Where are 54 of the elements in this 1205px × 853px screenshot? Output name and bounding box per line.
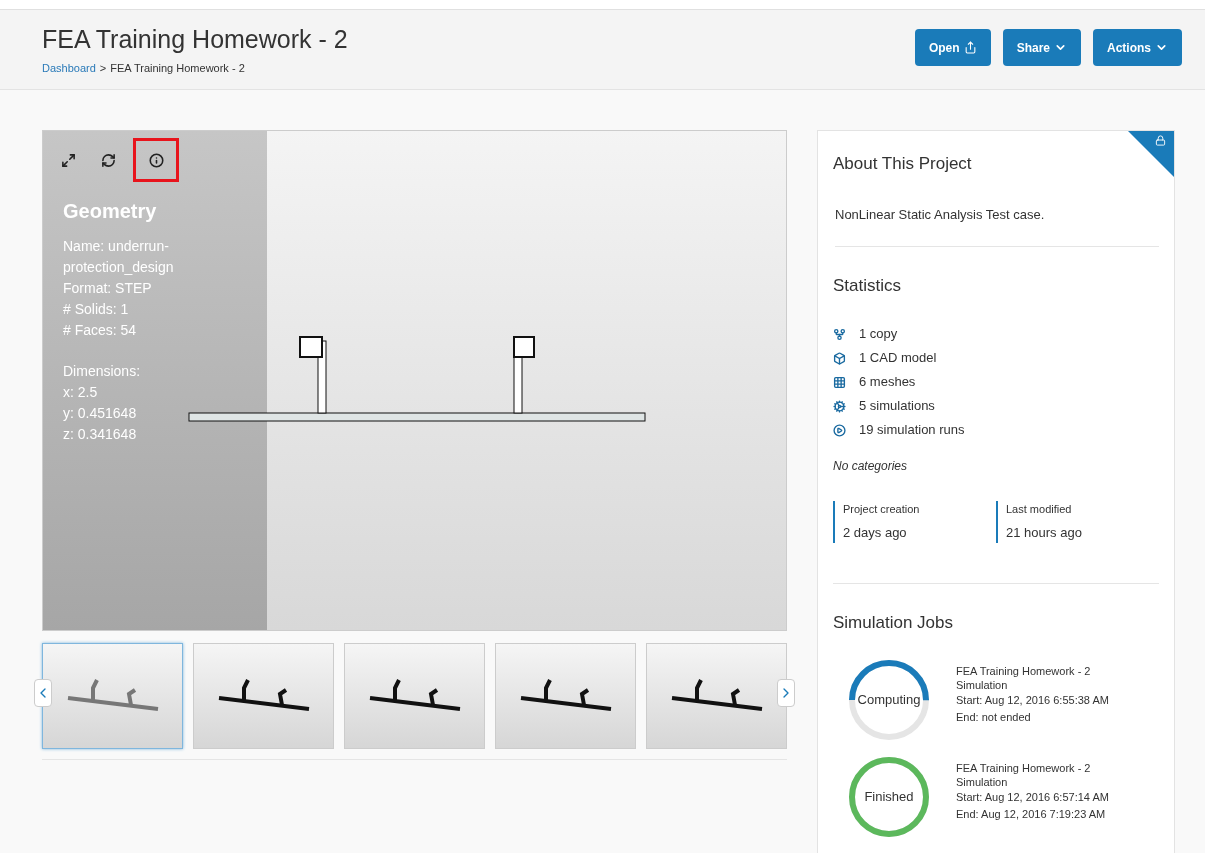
job-end: End: not ended	[956, 710, 1032, 725]
refresh-icon	[100, 152, 116, 168]
info-line: # Solids: 1	[63, 300, 130, 319]
categories-text: No categories	[833, 457, 909, 475]
job-name: FEA Training Homework - 2 Simulation	[956, 761, 1092, 789]
info-icon	[148, 152, 164, 168]
header-button[interactable]: Open	[914, 29, 991, 66]
thumbnail[interactable]	[193, 643, 334, 749]
date-value: 21 hours ago	[1006, 524, 1083, 542]
grid-icon	[833, 375, 846, 389]
info-line: Name: underrun-protection_design	[63, 237, 175, 277]
info-title: Geometry	[63, 199, 158, 224]
breadcrumb-current: FEA Training Homework - 2	[110, 61, 245, 76]
share-arrow-icon	[963, 41, 977, 54]
thumbnail[interactable]	[646, 643, 787, 749]
page-title: FEA Training Homework - 2	[42, 24, 348, 54]
play-icon	[833, 423, 846, 437]
breadcrumb-separator: >	[99, 61, 107, 76]
thumbnail[interactable]	[344, 643, 485, 749]
stat-text: 5 simulations	[859, 397, 935, 416]
info-line: # Faces: 54	[63, 321, 138, 340]
date-label: Project creation	[843, 501, 921, 517]
cube-icon	[833, 351, 846, 365]
stat-text: 6 meshes	[859, 373, 916, 392]
info-button[interactable]	[133, 138, 179, 182]
lock-icon	[1155, 135, 1166, 146]
status-label: Finished	[864, 788, 914, 807]
section-title: Simulation Jobs	[833, 611, 954, 634]
header-button[interactable]: Actions	[1093, 29, 1182, 66]
info-line: Format: STEP	[63, 279, 153, 298]
stat-text: 1 copy	[859, 325, 898, 344]
info-line: y: 0.451648	[63, 404, 138, 423]
section-title: About This Project	[833, 153, 973, 175]
header-button[interactable]: Share	[1002, 29, 1081, 66]
job-end: End: Aug 12, 2016 7:19:23 AM	[956, 807, 1107, 822]
project-description: NonLinear Static Analysis Test case.	[835, 204, 1159, 247]
status-label: Computing	[857, 691, 921, 710]
date-value: 2 days ago	[843, 524, 908, 542]
thumbnail[interactable]	[495, 643, 636, 749]
section-title: Statistics	[833, 275, 903, 297]
gear-icon	[833, 399, 846, 413]
breadcrumb-link[interactable]: Dashboard	[42, 60, 96, 77]
stat-text: 19 simulation runs	[859, 421, 965, 440]
date-label: Last modified	[1006, 501, 1073, 517]
info-line: x: 2.5	[63, 383, 99, 402]
job-name: FEA Training Homework - 2 Simulation	[956, 664, 1092, 692]
thumbnail[interactable]	[42, 643, 183, 749]
info-line: z: 0.341648	[63, 425, 138, 444]
job-start: Start: Aug 12, 2016 6:57:14 AM	[956, 790, 1110, 805]
fork-icon	[833, 327, 846, 341]
stat-text: 1 CAD model	[859, 349, 937, 368]
info-line: Dimensions:	[63, 362, 142, 381]
expand-icon	[60, 152, 76, 168]
job-start: Start: Aug 12, 2016 6:55:38 AM	[956, 693, 1110, 708]
